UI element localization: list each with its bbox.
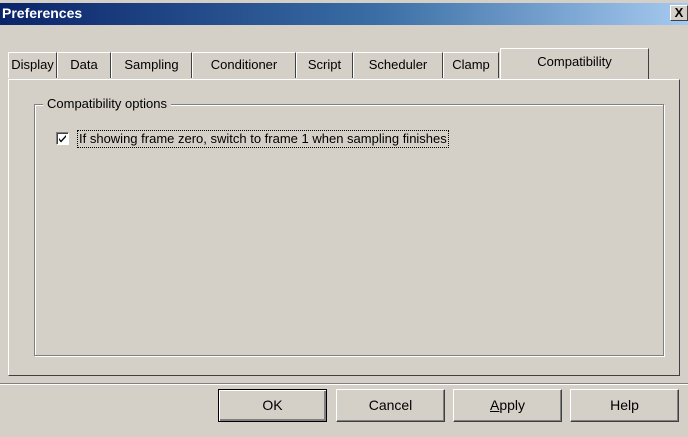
window-title: Preferences — [2, 5, 83, 21]
tab-compatibility[interactable]: Compatibility — [500, 48, 649, 79]
title-bar[interactable]: Preferences X — [0, 3, 688, 25]
button-separator — [0, 383, 688, 385]
apply-button[interactable]: Apply — [453, 389, 562, 422]
tab-clamp[interactable]: Clamp — [443, 52, 499, 78]
tab-sampling[interactable]: Sampling — [111, 52, 192, 78]
tab-data[interactable]: Data — [57, 52, 111, 78]
close-button[interactable]: X — [670, 5, 688, 21]
cancel-button[interactable]: Cancel — [336, 389, 445, 422]
frame-zero-option-label[interactable]: If showing frame zero, switch to frame 1… — [77, 130, 449, 148]
close-icon: X — [674, 5, 684, 20]
tab-display[interactable]: Display — [8, 52, 57, 78]
tab-script[interactable]: Script — [296, 52, 353, 78]
preferences-dialog: Preferences X Display Data Sampling Cond… — [0, 0, 688, 437]
frame-zero-checkbox[interactable] — [56, 132, 69, 145]
checkmark-icon — [59, 135, 66, 143]
group-title: Compatibility options — [43, 96, 171, 112]
tab-conditioner[interactable]: Conditioner — [192, 52, 296, 78]
ok-button[interactable]: OK — [218, 389, 327, 422]
tab-scheduler[interactable]: Scheduler — [353, 52, 443, 78]
help-button[interactable]: Help — [570, 389, 679, 422]
